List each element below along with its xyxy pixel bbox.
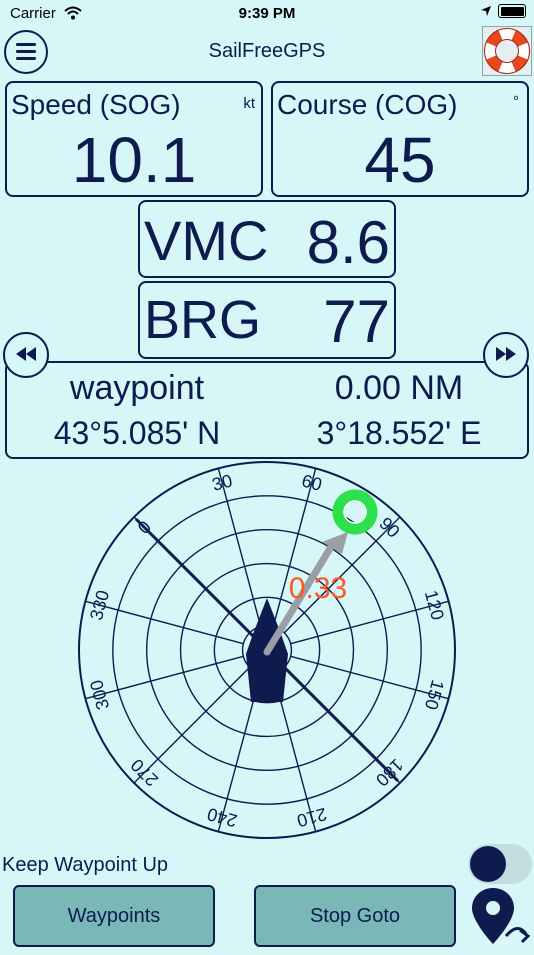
lifebuoy-icon <box>484 28 530 74</box>
waypoint-name: waypoint <box>69 369 205 407</box>
course-value: 45 <box>364 124 436 196</box>
speed-value: 10.1 <box>71 124 197 196</box>
next-waypoint-button[interactable] <box>483 332 529 378</box>
waypoint-distance: 0.00 NM <box>334 369 464 407</box>
status-time: 9:39 PM <box>238 5 296 22</box>
radar-bearing-label: 300 <box>86 678 113 712</box>
vmc-label: VMC <box>144 209 269 272</box>
battery-icon <box>498 4 526 18</box>
speed-unit: kt <box>243 95 255 112</box>
keep-waypoint-up-toggle[interactable] <box>468 844 532 884</box>
radar-display: 0306090120150180210240270300330 0.33 <box>78 461 456 839</box>
course-label: Course (COG) <box>277 89 458 120</box>
brg-label: BRG <box>144 290 262 350</box>
radar-bearing-label: 30 <box>210 470 235 495</box>
stop-goto-button[interactable]: Stop Goto <box>254 885 456 947</box>
man-overboard-button[interactable] <box>482 26 532 76</box>
vmc-value: 8.6 <box>306 209 390 276</box>
radar-bearing-label: 240 <box>205 804 239 831</box>
rewind-icon <box>16 347 36 361</box>
radar-bearing-label: 150 <box>421 678 448 712</box>
waypoints-button[interactable]: Waypoints <box>13 885 215 947</box>
radar-bearing-label: 60 <box>300 470 325 495</box>
location-arrow-icon <box>481 6 491 16</box>
waypoint-longitude: 3°18.552' E <box>316 415 482 451</box>
speed-panel: Speed (SOG) kt 10.1 <box>5 81 263 197</box>
previous-waypoint-button[interactable] <box>3 332 49 378</box>
vmc-panel: VMC 8.6 <box>138 200 396 278</box>
waypoint-panel: waypoint 0.00 NM 43°5.085' N 3°18.552' E <box>5 361 529 459</box>
course-panel: Course (COG) ° 45 <box>271 81 529 197</box>
radar-bearing-label: 210 <box>295 804 329 831</box>
course-unit: ° <box>513 93 519 110</box>
map-pin-goto-icon <box>472 888 531 944</box>
radar-range-value: 0.33 <box>289 572 347 605</box>
waypoint-target-icon <box>332 489 378 535</box>
speed-label: Speed (SOG) <box>11 89 181 120</box>
brg-panel: BRG 77 <box>138 281 396 359</box>
goto-button[interactable] <box>470 886 534 950</box>
waypoint-latitude: 43°5.085' N <box>53 415 221 451</box>
keep-waypoint-up-label: Keep Waypoint Up <box>2 854 169 876</box>
app-title: SailFreeGPS <box>208 40 326 62</box>
status-bar: Carrier 9:39 PM <box>0 0 534 28</box>
brg-value: 77 <box>323 288 390 355</box>
radar-bearing-label: 330 <box>86 588 113 622</box>
fast-forward-icon <box>496 347 516 361</box>
radar-bearing-label: 120 <box>421 588 448 622</box>
